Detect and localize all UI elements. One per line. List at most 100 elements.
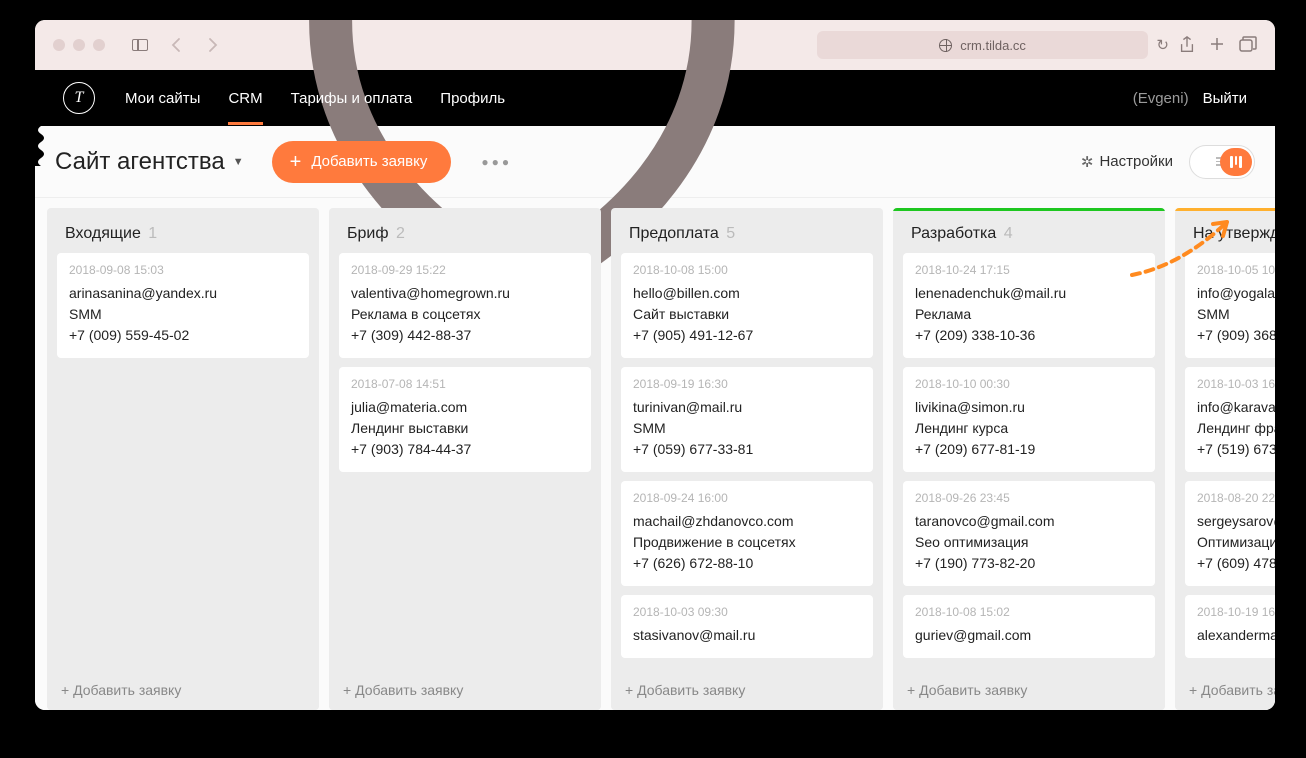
- card-phone: +7 (519) 673-: [1197, 439, 1275, 460]
- card-timestamp: 2018-10-03 16:30: [1197, 377, 1275, 391]
- new-tab-icon[interactable]: [1209, 36, 1225, 52]
- lead-card[interactable]: 2018-10-24 17:15lenenadenchuk@mail.ruРек…: [903, 253, 1155, 358]
- column-add-card[interactable]: + Добавить зая: [1175, 670, 1275, 710]
- torn-edge-decoration: [35, 70, 51, 166]
- address-bar[interactable]: crm.tilda.cc: [817, 31, 1149, 59]
- card-timestamp: 2018-10-08 15:00: [633, 263, 861, 277]
- card-email: arinasanina@yandex.ru: [69, 283, 297, 304]
- card-phone: +7 (009) 559-45-02: [69, 325, 297, 346]
- lead-card[interactable]: 2018-09-19 16:30turinivan@mail.ruSMM+7 (…: [621, 367, 873, 472]
- column-header[interactable]: Входящие 1: [47, 211, 319, 253]
- logout-link[interactable]: Выйти: [1203, 90, 1247, 107]
- kanban-view-option[interactable]: [1220, 148, 1252, 176]
- more-menu-button[interactable]: ●●●: [473, 147, 520, 177]
- column-add-card[interactable]: + Добавить заявку: [611, 670, 883, 710]
- column-title: Предоплата: [629, 225, 719, 242]
- nav-items: Мои сайты CRM Тарифы и оплата Профиль: [125, 72, 505, 125]
- card-email: hello@billen.com: [633, 283, 861, 304]
- column-header[interactable]: Предоплата 5: [611, 211, 883, 253]
- url-text: crm.tilda.cc: [960, 38, 1026, 53]
- gear-icon: ✲: [1081, 153, 1094, 171]
- tabs-overview-icon[interactable]: [1239, 36, 1257, 52]
- column-cards: 2018-10-05 10:10info@yogalandSMM+7 (909)…: [1175, 253, 1275, 670]
- browser-chrome: crm.tilda.cc ↻: [35, 20, 1275, 70]
- kanban-column: На утверждени 2018-10-05 10:10info@yogal…: [1175, 208, 1275, 710]
- card-subject: SMM: [633, 418, 861, 439]
- column-add-card[interactable]: + Добавить заявку: [329, 670, 601, 710]
- settings-link[interactable]: ✲ Настройки: [1081, 153, 1173, 171]
- lead-card[interactable]: 2018-09-26 23:45taranovco@gmail.comSeo о…: [903, 481, 1155, 586]
- lead-card[interactable]: 2018-10-05 10:10info@yogalandSMM+7 (909)…: [1185, 253, 1275, 358]
- card-subject: Оптимизация: [1197, 532, 1275, 553]
- nav-forward-button[interactable]: [199, 34, 225, 56]
- lead-card[interactable]: 2018-09-29 15:22valentiva@homegrown.ruРе…: [339, 253, 591, 358]
- card-timestamp: 2018-10-08 15:02: [915, 605, 1143, 619]
- nav-crm[interactable]: CRM: [228, 72, 262, 125]
- kanban-board[interactable]: Входящие 1 2018-09-08 15:03 arinasanina@ya…: [35, 198, 1275, 710]
- lead-card[interactable]: 2018-10-08 15:00 hello@billen.comСайт выс…: [621, 253, 873, 358]
- card-timestamp: 2018-09-29 15:22: [351, 263, 579, 277]
- column-add-card[interactable]: + Добавить заявку: [893, 670, 1165, 710]
- column-cards: 2018-09-08 15:03 arinasanina@yandex.ruSMM…: [47, 253, 319, 670]
- share-icon[interactable]: [1179, 36, 1195, 54]
- caret-down-icon: ▼: [233, 156, 244, 168]
- column-count: 1: [144, 225, 157, 242]
- card-subject: Реклама: [915, 304, 1143, 325]
- column-title: Входящие: [65, 225, 141, 242]
- lead-card[interactable]: 2018-09-24 16:00machail@zhdanovco.comПро…: [621, 481, 873, 586]
- lead-card[interactable]: 2018-07-08 14:51julia@materia.comЛендинг…: [339, 367, 591, 472]
- card-email: julia@materia.com: [351, 397, 579, 418]
- lead-card[interactable]: 2018-10-10 00:30livikina@simon.ruЛендинг…: [903, 367, 1155, 472]
- add-lead-button[interactable]: + Добавить заявку: [272, 141, 452, 183]
- card-subject: Сайт выставки: [633, 304, 861, 325]
- lead-card[interactable]: 2018-09-08 15:03 arinasanina@yandex.ruSMM…: [57, 253, 309, 358]
- card-timestamp: 2018-09-08 15:03: [69, 263, 297, 277]
- lead-card[interactable]: 2018-10-03 16:30info@karavai.rЛендинг фр…: [1185, 367, 1275, 472]
- card-timestamp: 2018-08-20 22:45: [1197, 491, 1275, 505]
- tilda-logo[interactable]: T: [63, 82, 95, 114]
- column-header[interactable]: На утверждени: [1175, 211, 1275, 253]
- lead-card[interactable]: 2018-10-08 15:02guriev@gmail.com: [903, 595, 1155, 658]
- lead-card[interactable]: 2018-08-20 22:45 sergeysarov@yОптимизация…: [1185, 481, 1275, 586]
- nav-billing[interactable]: Тарифы и оплата: [291, 72, 413, 125]
- traffic-light-maximize[interactable]: [93, 39, 105, 51]
- card-phone: +7 (626) 672-88-10: [633, 553, 861, 574]
- column-add-card[interactable]: + Добавить заявку: [47, 670, 319, 710]
- nav-back-button[interactable]: [163, 34, 189, 56]
- card-email: taranovco@gmail.com: [915, 511, 1143, 532]
- kanban-column: Разработка 42018-10-24 17:15lenenadenchu…: [893, 208, 1165, 710]
- settings-label: Настройки: [1099, 153, 1173, 170]
- board-title-dropdown[interactable]: Сайт агентства ▼: [55, 148, 244, 176]
- view-toggle[interactable]: [1189, 145, 1255, 179]
- column-count: 2: [392, 225, 405, 242]
- card-email: info@yogaland: [1197, 283, 1275, 304]
- lead-card[interactable]: 2018-10-19 16:30alexandermalin: [1185, 595, 1275, 658]
- card-subject: SMM: [69, 304, 297, 325]
- card-timestamp: 2018-10-24 17:15: [915, 263, 1143, 277]
- current-user: (Evgeni): [1133, 90, 1189, 107]
- sidebar-toggle[interactable]: [127, 34, 153, 56]
- lead-card[interactable]: 2018-10-03 09:30stasivanov@mail.ru: [621, 595, 873, 658]
- card-subject: Реклама в соцсетях: [351, 304, 579, 325]
- card-email: livikina@simon.ru: [915, 397, 1143, 418]
- traffic-lights: [53, 39, 105, 51]
- column-header[interactable]: Бриф 2: [329, 211, 601, 253]
- nav-my-sites[interactable]: Мои сайты: [125, 72, 200, 125]
- card-phone: +7 (209) 677-81-19: [915, 439, 1143, 460]
- card-phone: +7 (609) 478-: [1197, 553, 1275, 574]
- column-cards: 2018-10-24 17:15lenenadenchuk@mail.ruРек…: [893, 253, 1165, 670]
- card-subject: Seo оптимизация: [915, 532, 1143, 553]
- reload-button[interactable]: ↻: [1156, 36, 1169, 54]
- traffic-light-close[interactable]: [53, 39, 65, 51]
- card-timestamp: 2018-10-10 00:30: [915, 377, 1143, 391]
- card-subject: SMM: [1197, 304, 1275, 325]
- card-timestamp: 2018-09-24 16:00: [633, 491, 861, 505]
- column-title: Бриф: [347, 225, 389, 242]
- traffic-light-minimize[interactable]: [73, 39, 85, 51]
- column-header[interactable]: Разработка 4: [893, 211, 1165, 253]
- nav-profile[interactable]: Профиль: [440, 72, 505, 125]
- card-email: turinivan@mail.ru: [633, 397, 861, 418]
- card-email: sergeysarov@y: [1197, 511, 1275, 532]
- card-email: stasivanov@mail.ru: [633, 625, 861, 646]
- kanban-icon: [1230, 156, 1242, 168]
